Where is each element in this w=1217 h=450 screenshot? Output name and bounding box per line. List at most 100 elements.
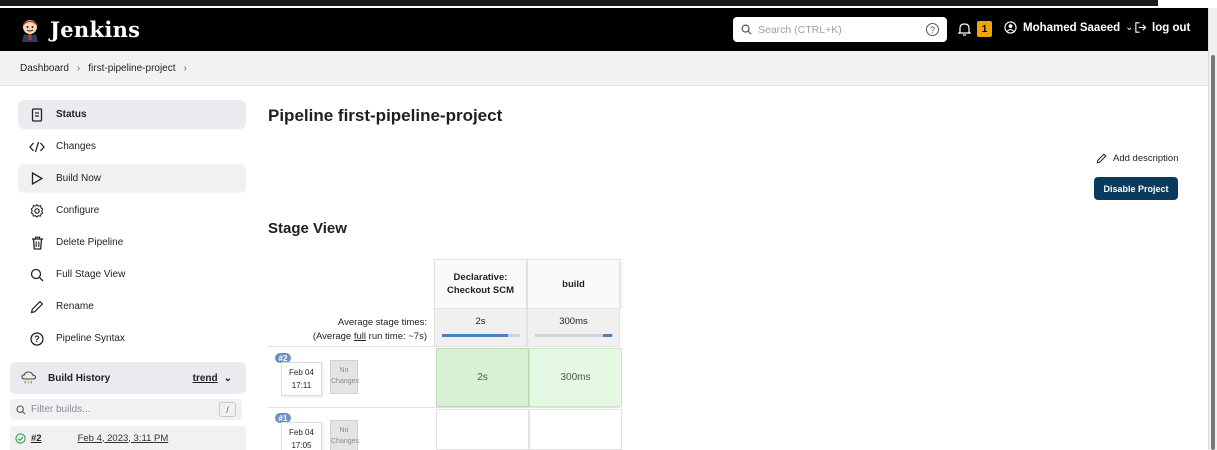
svg-text:?: ? (34, 334, 40, 344)
app-title: Jenkins (50, 17, 141, 42)
sidebar-item-build-now[interactable]: Build Now (18, 164, 246, 193)
jenkins-logo-icon (22, 19, 38, 42)
stage-duration: 300ms (560, 372, 591, 383)
stage-view-table: Declarative: Checkout SCM build Average … (268, 259, 622, 450)
logout-label: log out (1152, 21, 1191, 34)
sidebar-tasks: Status Changes Build Now Configure Delet… (18, 100, 246, 356)
sidebar-item-label: Status (56, 109, 87, 120)
run-time: 17:11 (291, 381, 312, 390)
user-avatar-icon (1004, 21, 1017, 34)
filter-builds-input[interactable] (31, 404, 219, 415)
run-date-box[interactable]: Feb 04 17:11 (281, 362, 322, 396)
stage-average-time: 300ms (559, 316, 588, 327)
stage-result-cell[interactable] (436, 409, 529, 450)
breadcrumb: Dashboard › first-pipeline-project › (0, 51, 1208, 86)
document-icon (29, 107, 45, 123)
row-divider (268, 407, 620, 408)
filter-builds-box[interactable]: / (10, 399, 242, 420)
stage-average-checkout-scm: 2s (434, 309, 527, 346)
trash-icon (29, 235, 45, 251)
stage-result-cell[interactable]: 2s (436, 348, 529, 407)
run-date: Feb 04 (289, 368, 314, 377)
row-divider (268, 346, 620, 347)
search-help-icon[interactable]: ? (926, 23, 939, 36)
breadcrumb-project[interactable]: first-pipeline-project (88, 63, 175, 74)
stage-header-checkout-scm: Declarative: Checkout SCM (434, 259, 527, 309)
add-description-link[interactable]: Add description (1096, 153, 1178, 164)
sidebar-item-pipeline-syntax[interactable]: ? Pipeline Syntax (18, 324, 246, 353)
stage-name-line: Declarative: (453, 272, 508, 283)
search-box[interactable]: ? (733, 17, 947, 42)
build-number-link[interactable]: #2 (31, 433, 42, 444)
full-run-time-link[interactable]: full (354, 331, 366, 342)
build-history-title: Build History (48, 372, 111, 384)
user-menu[interactable]: Mohamed Saaeed ⌄ (1004, 21, 1134, 34)
stage-average-bar (441, 334, 520, 337)
notification-badge[interactable]: 1 (977, 21, 992, 37)
sidebar-item-configure[interactable]: Configure (18, 196, 246, 225)
sidebar-item-status[interactable]: Status (18, 100, 246, 129)
top-navigation-bar: Jenkins ? 1 Mohamed Saaeed ⌄ log out (0, 8, 1208, 51)
search-icon (16, 404, 26, 415)
window-title-bar (0, 0, 1158, 6)
bell-icon[interactable] (958, 22, 971, 36)
chevron-right-icon[interactable]: › (184, 63, 187, 74)
breadcrumb-dashboard[interactable]: Dashboard (20, 63, 69, 74)
page-title: Pipeline first-pipeline-project (268, 106, 503, 125)
trend-label[interactable]: trend (193, 373, 218, 384)
sidebar-item-full-stage-view[interactable]: Full Stage View (18, 260, 246, 289)
add-description-label: Add description (1113, 153, 1179, 164)
gear-icon (29, 203, 45, 219)
jenkins-home-link[interactable]: Jenkins (18, 17, 140, 42)
stage-result-cell[interactable] (529, 409, 622, 450)
no-changes-line: No (339, 427, 349, 434)
average-label-pre: (Average (312, 331, 354, 342)
disable-project-button[interactable]: Disable Project (1094, 177, 1178, 200)
sidebar-item-delete-pipeline[interactable]: Delete Pipeline (18, 228, 246, 257)
sidebar-item-label: Build Now (56, 173, 102, 184)
build-history-row[interactable]: #2 Feb 4, 2023, 3:11 PM (10, 426, 246, 450)
search-input[interactable] (758, 23, 926, 36)
no-changes-line: No (339, 367, 349, 374)
stage-name-line: build (562, 278, 585, 290)
stage-view-title: Stage View (268, 220, 347, 237)
stage-average-build: 300ms (527, 309, 620, 346)
success-check-icon (15, 432, 26, 444)
stage-average-bar (534, 334, 613, 337)
sidebar-item-rename[interactable]: Rename (18, 292, 246, 321)
window-top-strip (0, 0, 1217, 8)
sidebar-item-label: Rename (56, 301, 94, 312)
average-stage-times-label: Average stage times: (Average full run t… (268, 316, 427, 344)
run-date: Feb 04 (289, 428, 314, 437)
average-label-post: run time: ~7s) (366, 331, 427, 342)
sidebar-item-label: Full Stage View (56, 269, 126, 280)
average-label-line1: Average stage times: (337, 317, 427, 328)
pencil-icon (29, 299, 45, 315)
stage-result-cell[interactable]: 300ms (529, 348, 622, 407)
chevron-right-icon: › (76, 62, 81, 74)
stage-average-time: 2s (475, 316, 486, 327)
trend-link[interactable]: trend ⌄ (193, 373, 232, 384)
play-icon (29, 171, 45, 187)
run-date-box[interactable]: Feb 04 17:05 (281, 422, 322, 450)
pencil-icon (1096, 153, 1107, 164)
code-icon (29, 139, 45, 155)
no-changes-box: No Changes (330, 420, 359, 450)
stage-name-line: Checkout SCM (446, 285, 515, 296)
sidebar-item-changes[interactable]: Changes (18, 132, 246, 161)
user-name: Mohamed Saaeed (1023, 21, 1121, 34)
build-date-link[interactable]: Feb 4, 2023, 3:11 PM (78, 433, 169, 444)
weather-icon (21, 371, 37, 384)
chevron-down-icon[interactable]: ⌄ (224, 373, 232, 384)
page-scrollbar-thumb[interactable] (1211, 55, 1215, 450)
chevron-down-icon: ⌄ (1125, 22, 1134, 33)
logout-link[interactable]: log out (1134, 21, 1190, 34)
sidebar-item-label: Delete Pipeline (56, 237, 124, 248)
logout-icon (1135, 22, 1147, 33)
search-icon (741, 24, 752, 35)
build-history-header: Build History trend ⌄ (10, 362, 246, 394)
stage-duration: 2s (477, 372, 488, 383)
stage-header-build: build (527, 259, 620, 309)
no-changes-box: No Changes (330, 360, 359, 394)
stage-average-bar-fill (603, 334, 613, 337)
